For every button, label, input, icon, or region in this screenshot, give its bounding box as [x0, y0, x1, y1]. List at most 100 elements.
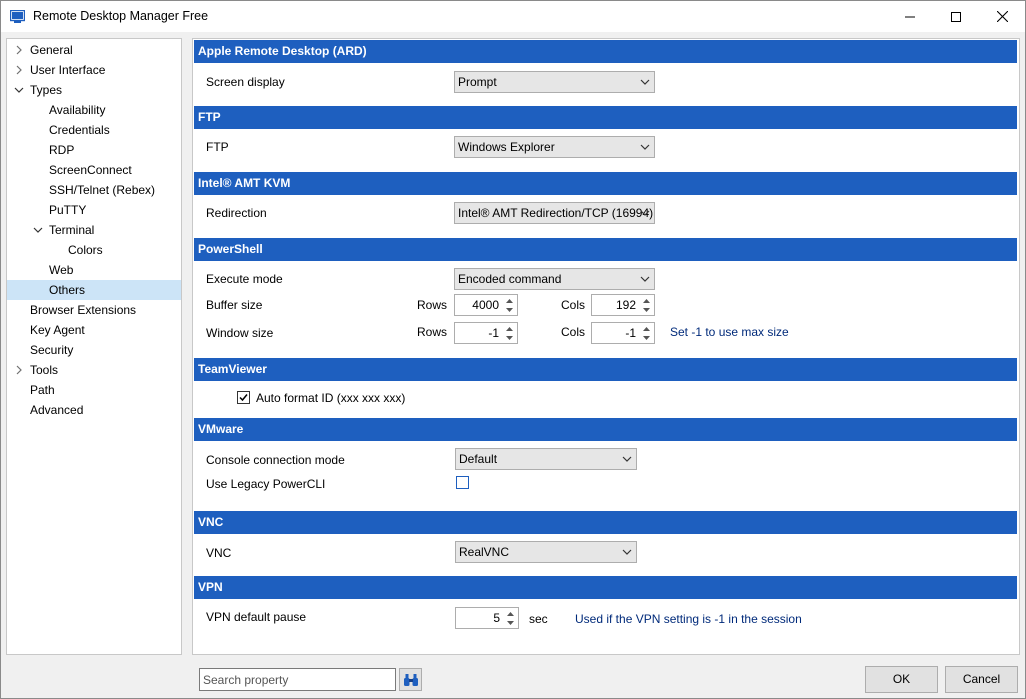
window-cols-stepper[interactable]: -1 — [591, 322, 655, 344]
tree-item-rdp[interactable]: RDP — [7, 140, 181, 160]
tree-item-label: Path — [30, 383, 55, 397]
vpn-pause-stepper[interactable]: 5 — [455, 607, 519, 629]
auto-format-label: Auto format ID (xxx xxx xxx) — [256, 391, 406, 405]
window-size-hint: Set -1 to use max size — [670, 325, 789, 339]
auto-format-checkbox[interactable] — [237, 391, 250, 404]
spin-buttons — [502, 296, 516, 314]
spin-down-icon[interactable] — [502, 333, 516, 342]
app-icon — [10, 10, 25, 23]
buffer-rows-label: Rows — [417, 298, 448, 312]
chevron-down-icon — [622, 456, 632, 462]
chevron-down-icon[interactable] — [32, 220, 44, 240]
vnc-label: VNC — [206, 546, 232, 560]
console-mode-dropdown[interactable]: Default — [455, 448, 637, 470]
tree-item-colors[interactable]: Colors — [7, 240, 181, 260]
tree-item-label: Colors — [68, 243, 103, 257]
legacy-powercli-label: Use Legacy PowerCLI — [206, 477, 326, 491]
tree-item-path[interactable]: Path — [7, 380, 181, 400]
search-button[interactable] — [399, 668, 422, 691]
window-cols-value: -1 — [625, 326, 636, 340]
spin-up-icon[interactable] — [502, 296, 516, 305]
console-mode-value: Default — [459, 452, 498, 466]
vpn-pause-hint: Used if the VPN setting is -1 in the ses… — [575, 612, 802, 626]
ftp-dropdown[interactable]: Windows Explorer — [454, 136, 655, 158]
buffer-size-label: Buffer size — [206, 298, 263, 312]
spin-down-icon[interactable] — [639, 333, 653, 342]
tree-item-user-interface[interactable]: User Interface — [7, 60, 181, 80]
tree-item-availability[interactable]: Availability — [7, 100, 181, 120]
spin-buttons — [639, 296, 653, 314]
ftp-label: FTP — [206, 140, 229, 154]
buffer-rows-stepper[interactable]: 4000 — [454, 294, 518, 316]
tree-item-ssh-telnet[interactable]: SSH/Telnet (Rebex) — [7, 180, 181, 200]
vnc-dropdown[interactable]: RealVNC — [455, 541, 637, 563]
spin-down-icon[interactable] — [639, 305, 653, 314]
tree-item-label: PuTTY — [49, 203, 87, 217]
window-rows-stepper[interactable]: -1 — [454, 322, 518, 344]
tree-item-advanced[interactable]: Advanced — [7, 400, 181, 420]
tree-item-label: Availability — [49, 103, 106, 117]
screen-display-dropdown[interactable]: Prompt — [454, 71, 655, 93]
execute-mode-value: Encoded command — [458, 272, 562, 286]
console-mode-label: Console connection mode — [206, 453, 345, 467]
legacy-powercli-checkbox[interactable] — [456, 476, 469, 489]
section-header-vpn: VPN — [194, 576, 1017, 599]
redirection-value: Intel® AMT Redirection/TCP (16994) — [458, 206, 654, 220]
chevron-down-icon — [622, 549, 632, 555]
tree-item-browser-extensions[interactable]: Browser Extensions — [7, 300, 181, 320]
tree-item-general[interactable]: General — [7, 40, 181, 60]
close-icon — [996, 11, 1008, 22]
redirection-label: Redirection — [206, 206, 267, 220]
screen-display-value: Prompt — [458, 75, 497, 89]
tree-item-putty[interactable]: PuTTY — [7, 200, 181, 220]
spin-down-icon[interactable] — [503, 618, 517, 627]
chevron-down-icon[interactable] — [13, 80, 25, 100]
tree-item-terminal[interactable]: Terminal — [7, 220, 181, 240]
spin-buttons — [639, 324, 653, 342]
redirection-dropdown[interactable]: Intel® AMT Redirection/TCP (16994) — [454, 202, 655, 224]
tree-item-tools[interactable]: Tools — [7, 360, 181, 380]
property-panel: Apple Remote Desktop (ARD) Screen displa… — [192, 38, 1020, 655]
spin-up-icon[interactable] — [639, 296, 653, 305]
tree-item-key-agent[interactable]: Key Agent — [7, 320, 181, 340]
chevron-right-icon[interactable] — [13, 40, 25, 60]
close-button[interactable] — [979, 1, 1025, 32]
tree-item-screenconnect[interactable]: ScreenConnect — [7, 160, 181, 180]
buffer-cols-value: 192 — [615, 298, 636, 312]
minimize-icon — [905, 16, 915, 17]
tree-item-label: Others — [49, 283, 86, 297]
tree-item-credentials[interactable]: Credentials — [7, 120, 181, 140]
vpn-pause-label: VPN default pause — [206, 610, 307, 624]
ftp-value: Windows Explorer — [458, 140, 555, 154]
tree-item-types[interactable]: Types — [7, 80, 181, 100]
buffer-cols-stepper[interactable]: 192 — [591, 294, 655, 316]
tree-item-security[interactable]: Security — [7, 340, 181, 360]
search-property-input[interactable] — [199, 668, 396, 691]
tree-item-label: Terminal — [49, 223, 95, 237]
section-header-vnc: VNC — [194, 511, 1017, 534]
screen-display-label: Screen display — [206, 75, 285, 89]
execute-mode-dropdown[interactable]: Encoded command — [454, 268, 655, 290]
execute-mode-label: Execute mode — [206, 272, 283, 286]
chevron-right-icon[interactable] — [13, 360, 25, 380]
section-header-powershell: PowerShell — [194, 238, 1017, 261]
tree-item-others[interactable]: Others — [7, 280, 181, 300]
cancel-button[interactable]: Cancel — [945, 666, 1018, 693]
spin-up-icon[interactable] — [502, 324, 516, 333]
chevron-down-icon — [640, 144, 650, 150]
maximize-button[interactable] — [933, 1, 979, 32]
ok-button[interactable]: OK — [865, 666, 938, 693]
section-header-ard: Apple Remote Desktop (ARD) — [194, 40, 1017, 63]
window-title: Remote Desktop Manager Free — [33, 9, 209, 23]
chevron-right-icon[interactable] — [13, 60, 25, 80]
chevron-down-icon — [640, 79, 650, 85]
tree-item-label: Browser Extensions — [30, 303, 137, 317]
spin-up-icon[interactable] — [639, 324, 653, 333]
spin-down-icon[interactable] — [502, 305, 516, 314]
spin-up-icon[interactable] — [503, 609, 517, 618]
vpn-pause-unit: sec — [529, 612, 548, 626]
vnc-value: RealVNC — [459, 545, 510, 559]
tree-item-web[interactable]: Web — [7, 260, 181, 280]
minimize-button[interactable] — [887, 1, 933, 32]
vpn-pause-value: 5 — [493, 611, 500, 625]
